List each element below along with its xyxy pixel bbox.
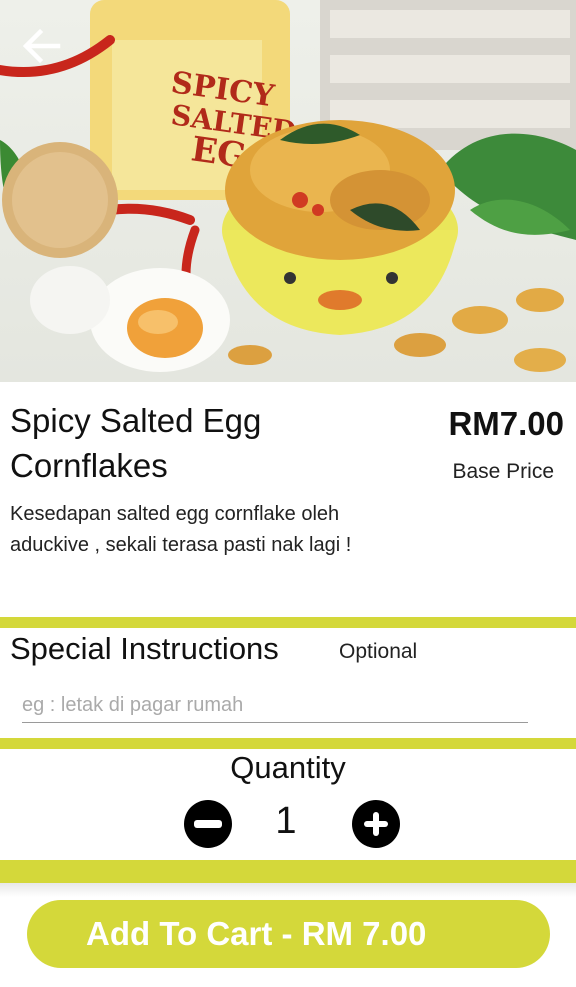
special-instructions-input[interactable] — [22, 688, 528, 723]
product-image: SPICY SALTED EGG — [0, 0, 576, 382]
section-divider — [0, 738, 576, 749]
back-button[interactable] — [18, 24, 66, 68]
increase-quantity-button[interactable] — [352, 800, 400, 848]
minus-circle-icon — [194, 820, 222, 828]
price-caption: Base Price — [452, 460, 554, 483]
section-divider — [0, 860, 576, 883]
product-name: Spicy Salted Egg Cornflakes — [10, 402, 262, 484]
add-to-cart-button[interactable]: Add To Cart - RM 7.00 — [27, 900, 550, 968]
cornflakes-photo: SPICY SALTED EGG — [0, 0, 576, 382]
product-description: Kesedapan salted egg cornflake oleh aduc… — [10, 503, 352, 556]
product-price: RM7.00 — [448, 405, 564, 442]
quantity-title: Quantity — [230, 750, 346, 785]
decrease-quantity-button[interactable] — [184, 800, 232, 848]
special-instructions-title: Special Instructions — [10, 631, 279, 666]
bottom-bar-shadow — [0, 883, 576, 897]
quantity-value: 1 — [275, 800, 297, 842]
section-divider — [0, 617, 576, 628]
arrow-left-icon — [22, 28, 61, 64]
optional-label: Optional — [339, 640, 418, 663]
